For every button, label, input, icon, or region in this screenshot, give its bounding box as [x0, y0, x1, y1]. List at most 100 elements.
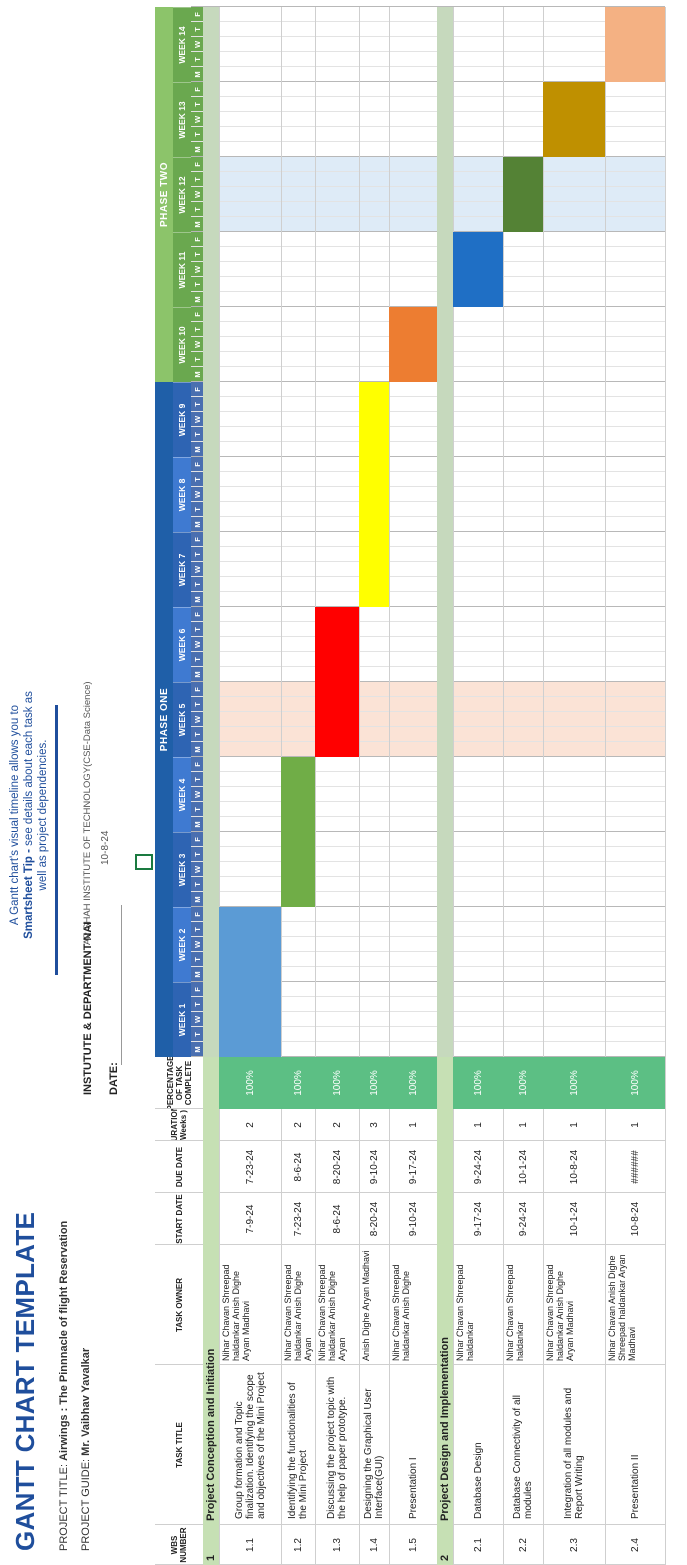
task-bar[interactable]	[359, 382, 389, 607]
task-owner[interactable]: Nihar Chavan Shreepad haldankar Anish Di…	[219, 1245, 281, 1365]
task-duration[interactable]: 3	[359, 1109, 389, 1141]
task-owner[interactable]: Nihar Chavan Shreepad haldankar Anish Di…	[281, 1245, 315, 1365]
task-bar[interactable]	[281, 757, 315, 907]
task-start-date[interactable]: 10-8-24	[605, 1193, 665, 1245]
task-percent-complete[interactable]: 100%	[281, 1057, 315, 1109]
grid-line-vertical	[191, 801, 665, 802]
day-header-w10-2: T	[191, 352, 203, 367]
task-duration[interactable]: 1	[543, 1109, 605, 1141]
column-header-task-title[interactable]: TASK TITLE	[155, 1365, 203, 1525]
task-wbs[interactable]: 2.2	[503, 1525, 543, 1565]
task-due-date[interactable]: ######	[605, 1141, 665, 1193]
task-duration[interactable]: 2	[219, 1109, 281, 1141]
grid-line-vertical	[191, 741, 665, 742]
page-title: GANTT CHART TEMPLATE	[10, 1211, 40, 1551]
grid-line-vertical	[191, 231, 665, 232]
task-start-date[interactable]: 7-9-24	[219, 1193, 281, 1245]
task-due-date[interactable]: 8-20-24	[315, 1141, 359, 1193]
task-wbs[interactable]: 1.1	[219, 1525, 281, 1565]
task-bar[interactable]	[219, 907, 281, 1057]
task-bar[interactable]	[503, 157, 543, 232]
column-header-task-owner[interactable]: TASK OWNER	[155, 1245, 203, 1365]
day-header-w9-1: M	[191, 442, 203, 457]
task-owner[interactable]: Nihar Chavan Shreepad haldankar Anish Di…	[543, 1245, 605, 1365]
grid-line-vertical	[191, 291, 665, 292]
column-header-start-date[interactable]: START DATE	[155, 1193, 203, 1245]
column-header-wbs[interactable]: WBS NUMBER	[155, 1525, 203, 1565]
task-wbs[interactable]: 2.4	[605, 1525, 665, 1565]
task-duration[interactable]: 1	[605, 1109, 665, 1141]
task-start-date[interactable]: 9-10-24	[389, 1193, 437, 1245]
task-owner[interactable]: Nihar Chavan Shreepad haldankar Anish Di…	[315, 1245, 359, 1365]
task-percent-complete[interactable]: 100%	[453, 1057, 503, 1109]
task-owner[interactable]: Anish Dighe Aryan Madhavi	[359, 1245, 389, 1365]
day-header-w10-4: T	[191, 322, 203, 337]
task-due-date[interactable]: 9-24-24	[453, 1141, 503, 1193]
task-due-date[interactable]: 9-10-24	[359, 1141, 389, 1193]
column-header-due-date[interactable]: DUE DATE	[155, 1141, 203, 1193]
cell-selection-box[interactable]	[135, 854, 153, 870]
task-due-date[interactable]: 7-23-24	[219, 1141, 281, 1193]
task-duration[interactable]: 1	[389, 1109, 437, 1141]
task-due-date[interactable]: 10-1-24	[503, 1141, 543, 1193]
week-header-3: WEEK 3	[173, 832, 191, 907]
day-header-w4-2: T	[191, 802, 203, 817]
task-start-date[interactable]: 8-20-24	[359, 1193, 389, 1245]
task-title[interactable]: Integration of all modules and Report Wr…	[543, 1365, 605, 1525]
task-owner[interactable]: Nihar Chavan Anish Dighe Shreepad haldan…	[605, 1245, 665, 1365]
day-header-w7-2: T	[191, 577, 203, 592]
task-owner[interactable]: Nihar Chavan Shreepad haldankar	[453, 1245, 503, 1365]
task-title[interactable]: Presentation II	[605, 1365, 665, 1525]
column-header-percent[interactable]: PERCENTAGE OF TASK COMPLETE	[155, 1057, 203, 1109]
task-duration[interactable]: 2	[315, 1109, 359, 1141]
task-title[interactable]: Database Design	[453, 1365, 503, 1525]
task-wbs[interactable]: 2.3	[543, 1525, 605, 1565]
column-header-duration[interactable]: DURATION( Weeks )	[155, 1109, 203, 1141]
task-wbs[interactable]: 2.1	[453, 1525, 503, 1565]
task-wbs[interactable]: 1.2	[281, 1525, 315, 1565]
task-percent-complete[interactable]: 100%	[315, 1057, 359, 1109]
task-wbs[interactable]: 1.3	[315, 1525, 359, 1565]
grid-line-vertical	[191, 486, 665, 487]
week-header-14: WEEK 14	[173, 7, 191, 82]
task-start-date[interactable]: 8-6-24	[315, 1193, 359, 1245]
task-title[interactable]: Discussing the project topic with the he…	[315, 1365, 359, 1525]
institute-value[interactable]: AP SHAH INSTITUTE OF TECHNOLOGY(CSE-Data…	[82, 681, 93, 945]
task-percent-complete[interactable]: 100%	[605, 1057, 665, 1109]
task-bar[interactable]	[453, 232, 503, 307]
day-header-w12-2: T	[191, 202, 203, 217]
task-bar[interactable]	[389, 307, 437, 382]
task-bar[interactable]	[315, 607, 359, 757]
task-percent-complete[interactable]: 100%	[543, 1057, 605, 1109]
task-percent-complete[interactable]: 100%	[359, 1057, 389, 1109]
task-title[interactable]: Group formation and Topic finalization. …	[219, 1365, 281, 1525]
task-percent-complete[interactable]: 100%	[503, 1057, 543, 1109]
task-due-date[interactable]: 9-17-24	[389, 1141, 437, 1193]
task-duration[interactable]: 1	[453, 1109, 503, 1141]
task-title[interactable]: Designing the Graphical User Interface(G…	[359, 1365, 389, 1525]
task-start-date[interactable]: 10-1-24	[543, 1193, 605, 1245]
task-bar[interactable]	[605, 7, 665, 82]
task-title[interactable]: Database Connectivity of all modules	[503, 1365, 543, 1525]
day-header-w7-4: T	[191, 547, 203, 562]
task-due-date[interactable]: 10-8-24	[543, 1141, 605, 1193]
task-title[interactable]: Presentation I	[389, 1365, 437, 1525]
task-wbs[interactable]: 1.4	[359, 1525, 389, 1565]
task-duration[interactable]: 1	[503, 1109, 543, 1141]
task-percent-complete[interactable]: 100%	[219, 1057, 281, 1109]
task-start-date[interactable]: 7-23-24	[281, 1193, 315, 1245]
task-bar[interactable]	[543, 82, 605, 157]
task-duration[interactable]: 2	[281, 1109, 315, 1141]
project-guide-label: PROJECT GUIDE:	[80, 1458, 92, 1551]
grid-line-vertical	[191, 816, 665, 817]
task-owner[interactable]: Nihar Chavan Shreepad haldankar Anish Di…	[389, 1245, 437, 1365]
task-due-date[interactable]: 8-6-24	[281, 1141, 315, 1193]
task-title[interactable]: Identifying the functionalities of the M…	[281, 1365, 315, 1525]
date-value[interactable]: 10-8-24	[100, 831, 111, 865]
task-percent-complete[interactable]: 100%	[389, 1057, 437, 1109]
task-wbs[interactable]: 1.5	[389, 1525, 437, 1565]
task-owner[interactable]: Nihar Chavan Shreepad haldankar	[503, 1245, 543, 1365]
task-start-date[interactable]: 9-17-24	[453, 1193, 503, 1245]
task-start-date[interactable]: 9-24-24	[503, 1193, 543, 1245]
week-header-1: WEEK 1	[173, 982, 191, 1057]
